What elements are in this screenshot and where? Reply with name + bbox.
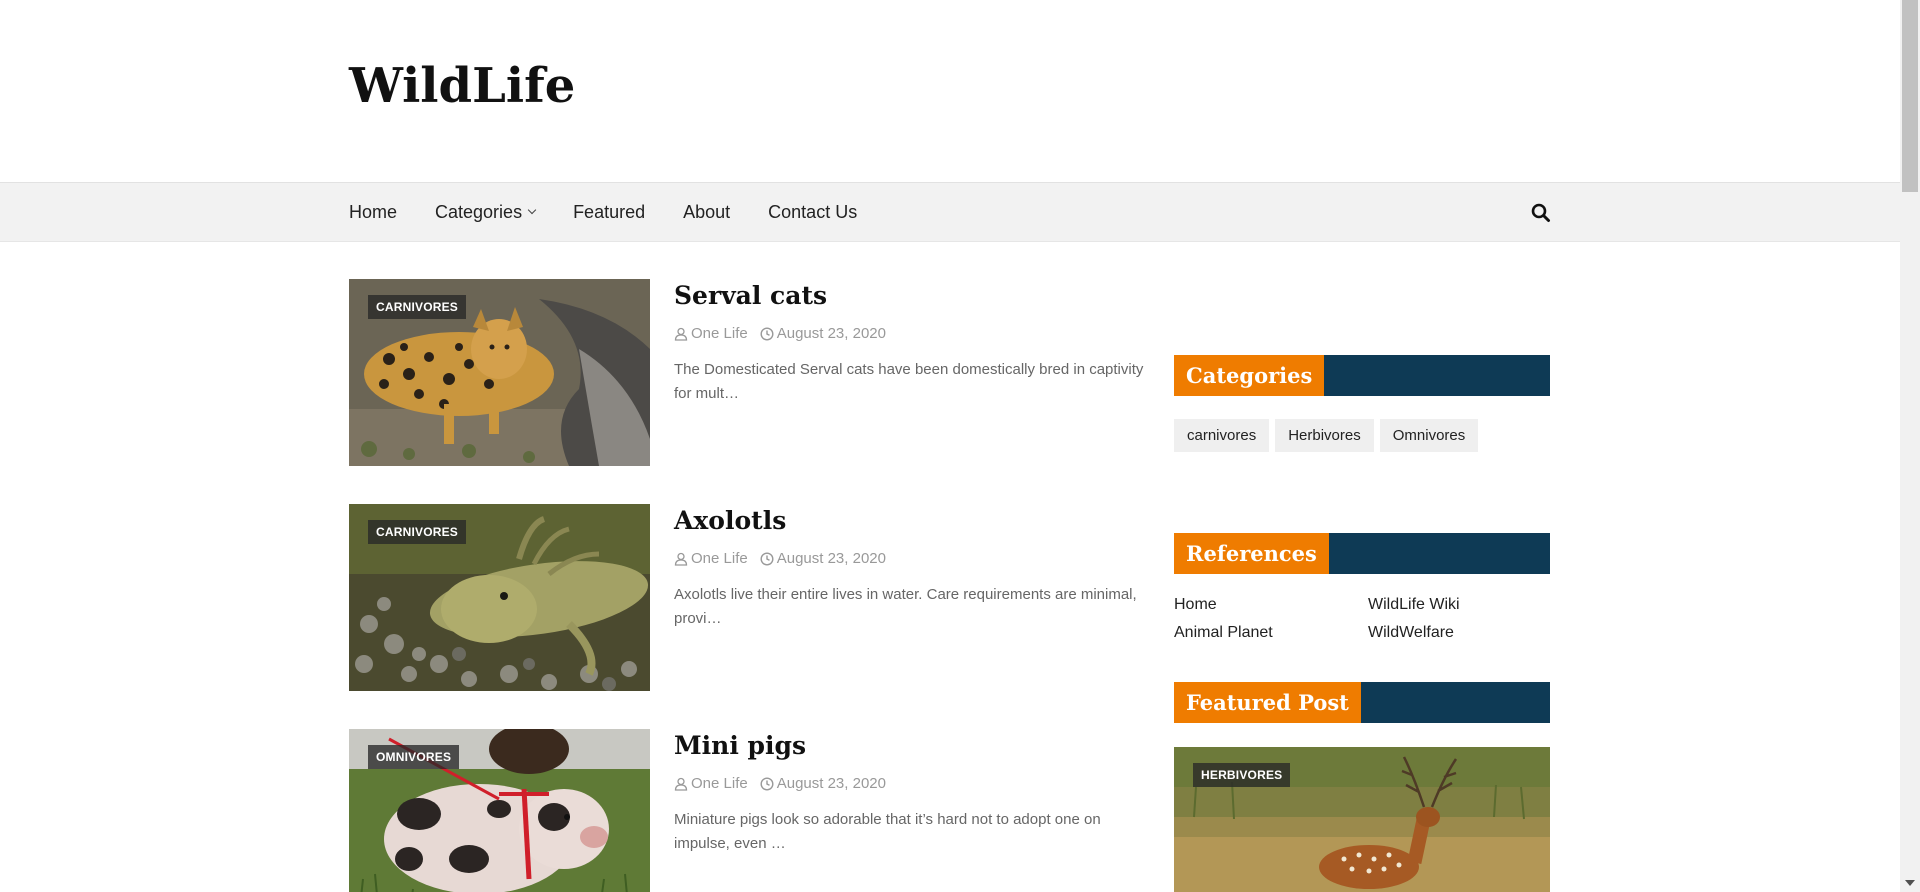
nav-item-label: About — [683, 201, 731, 222]
chevron-down-icon — [527, 205, 537, 215]
site-title[interactable]: WildLife — [349, 58, 575, 114]
clock-icon — [760, 776, 774, 791]
references-links: Home WildLife Wiki Animal Planet WildWel… — [1174, 594, 1550, 644]
post-date: August 23, 2020 — [760, 325, 886, 342]
post-author[interactable]: One Life — [674, 775, 748, 792]
clock-icon — [760, 551, 774, 566]
widget-title: Categories — [1174, 355, 1325, 396]
post-title[interactable]: Axolotls — [674, 506, 786, 535]
nav-item-featured[interactable]: Featured — [573, 202, 645, 223]
post-date: August 23, 2020 — [760, 775, 886, 792]
widget-title: References — [1174, 533, 1329, 574]
post-thumbnail[interactable]: OMNIVORES — [349, 729, 650, 892]
nav-item-label: Featured — [573, 201, 646, 222]
category-badge[interactable]: HERBIVORES — [1193, 763, 1291, 787]
author-name: One Life — [691, 775, 748, 792]
post-thumbnail[interactable]: CARNIVORES — [349, 504, 650, 691]
category-badge[interactable]: OMNIVORES — [368, 745, 460, 769]
post-meta: One Life August 23, 2020 — [674, 550, 898, 567]
post-author[interactable]: One Life — [674, 325, 748, 342]
nav-list: Home Categories Featured About Contact U… — [349, 183, 895, 241]
references-widget-header: References — [1174, 533, 1550, 574]
search-button[interactable] — [1530, 202, 1552, 224]
featured-post-widget-header: Featured Post — [1174, 682, 1550, 723]
post-excerpt: The Domesticated Serval cats have been d… — [674, 361, 1144, 402]
post-card: CARNIVORES Serval cats One Life August 2… — [349, 279, 1143, 469]
date-text: August 23, 2020 — [776, 325, 886, 342]
user-icon — [674, 552, 688, 566]
nav-item-label: Categories — [435, 201, 523, 222]
reference-link-wildlife-wiki[interactable]: WildLife Wiki — [1368, 594, 1550, 616]
featured-post-thumbnail[interactable]: HERBIVORES — [1174, 747, 1550, 892]
post-excerpt: Axolotls live their entire lives in wate… — [674, 586, 1137, 627]
nav-item-about[interactable]: About — [683, 202, 730, 223]
post-title[interactable]: Mini pigs — [674, 731, 806, 760]
reference-link-home[interactable]: Home — [1174, 594, 1368, 616]
scrollbar-thumb[interactable] — [1902, 0, 1918, 192]
reference-link-animal-planet[interactable]: Animal Planet — [1174, 622, 1368, 644]
tag-omnivores[interactable]: Omnivores — [1379, 419, 1479, 452]
date-text: August 23, 2020 — [776, 550, 886, 567]
post-excerpt: Miniature pigs look so adorable that it’… — [674, 811, 1101, 852]
tag-carnivores[interactable]: carnivores — [1174, 419, 1270, 452]
reference-link-wildwelfare[interactable]: WildWelfare — [1368, 622, 1550, 644]
main-navbar: Home Categories Featured About Contact U… — [0, 182, 1900, 242]
post-card: OMNIVORES Mini pigs One Life August 23, … — [349, 729, 1139, 892]
post-meta: One Life August 23, 2020 — [674, 325, 898, 342]
nav-item-home[interactable]: Home — [349, 202, 397, 223]
post-date: August 23, 2020 — [760, 550, 886, 567]
tag-herbivores[interactable]: Herbivores — [1275, 419, 1374, 452]
scroll-down-arrow-icon[interactable] — [1905, 880, 1915, 886]
user-icon — [674, 777, 688, 791]
category-badge[interactable]: CARNIVORES — [368, 520, 467, 544]
nav-item-contact-us[interactable]: Contact Us — [768, 202, 857, 223]
nav-item-label: Home — [349, 201, 398, 222]
post-meta: One Life August 23, 2020 — [674, 775, 898, 792]
widget-title: Featured Post — [1174, 682, 1361, 723]
post-title[interactable]: Serval cats — [674, 281, 827, 310]
post-thumbnail[interactable]: CARNIVORES — [349, 279, 650, 466]
nav-item-categories[interactable]: Categories — [435, 201, 537, 223]
user-icon — [674, 327, 688, 341]
nav-item-label: Contact Us — [768, 201, 858, 222]
post-author[interactable]: One Life — [674, 550, 748, 567]
search-icon — [1531, 203, 1550, 222]
clock-icon — [760, 326, 774, 341]
site-header: WildLife — [0, 0, 1900, 182]
category-badge[interactable]: CARNIVORES — [368, 295, 467, 319]
date-text: August 23, 2020 — [776, 775, 886, 792]
category-tags: carnivores Herbivores Omnivores — [1174, 419, 1484, 452]
page-scrollbar[interactable] — [1900, 0, 1920, 892]
author-name: One Life — [691, 550, 748, 567]
author-name: One Life — [691, 325, 748, 342]
post-card: CARNIVORES Axolotls One Life August 23, … — [349, 504, 1139, 694]
categories-widget-header: Categories — [1174, 355, 1550, 396]
